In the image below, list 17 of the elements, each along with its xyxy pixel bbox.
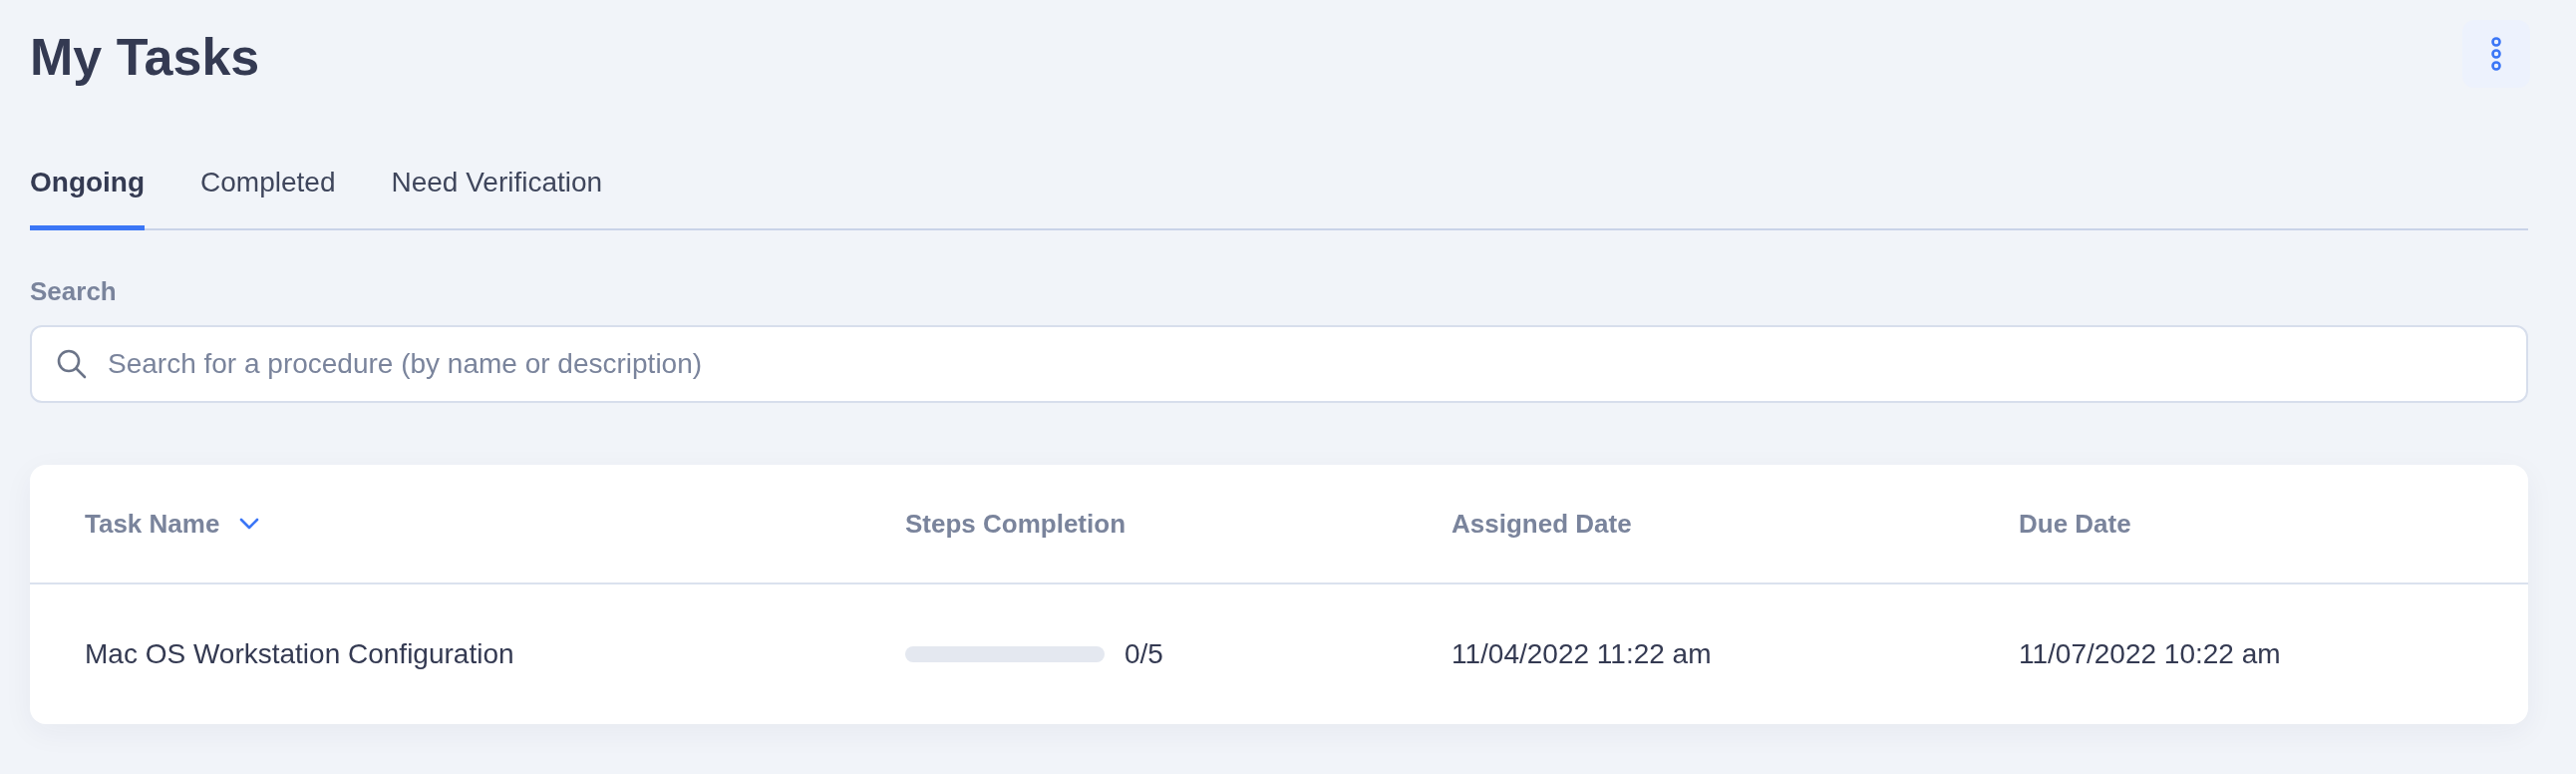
column-header[interactable]: Due Date [2019,504,2131,544]
search-field[interactable]: Search for a procedure (by name or description) [30,325,2528,403]
chevron-down-icon[interactable] [239,518,260,530]
column-header[interactable]: Steps Completion [905,504,1126,544]
table-cell-text: 0/5 [1125,637,1163,671]
search-label: Search [30,275,118,308]
more-vertical-icon [2489,37,2503,71]
tab[interactable]: Need Verification [391,162,603,230]
table-cell-text: 11/04/2022 11:22 am [1451,637,1713,671]
column-header[interactable]: Task Name [85,504,220,544]
column-header[interactable]: Assigned Date [1451,504,1632,544]
page-title: My Tasks [30,27,260,88]
table-cell-text: 11/07/2022 10:22 am [2019,637,2282,671]
tab[interactable]: Completed [200,162,336,230]
more-options-button[interactable] [2462,20,2530,88]
tab[interactable]: Ongoing [30,162,146,230]
table-cell-text: Mac OS Workstation Configuration [85,637,515,671]
